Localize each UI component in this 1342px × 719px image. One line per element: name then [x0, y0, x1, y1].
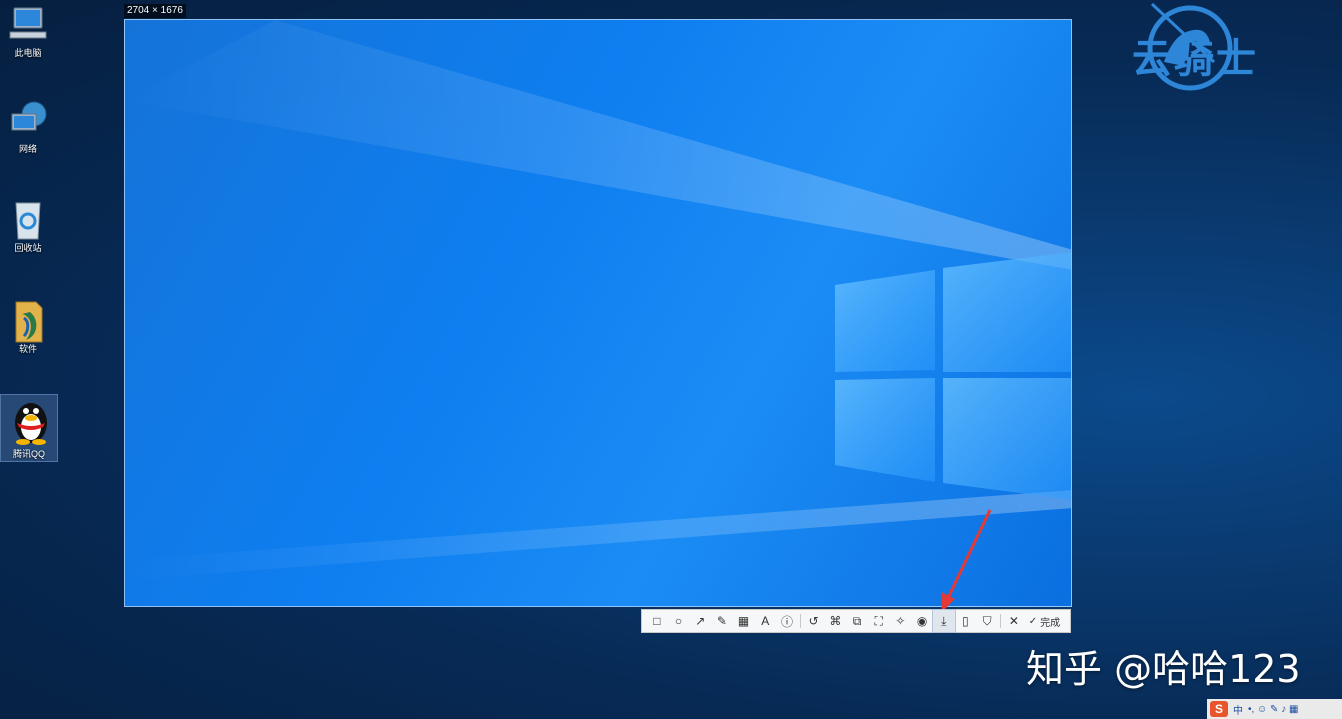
sogou-logo-icon: S: [1210, 701, 1228, 717]
ime-tools[interactable]: •, ☺ ✎ ♪ ▦: [1248, 704, 1298, 715]
record-button[interactable]: ◉: [911, 610, 933, 632]
text-icon: A: [761, 614, 770, 628]
network-icon: [8, 100, 48, 140]
scroll-capture-button[interactable]: ⛶: [868, 610, 890, 632]
undo-icon: ↺: [808, 614, 819, 628]
windows-wallpaper: [125, 20, 1071, 580]
download-icon: ⤓: [941, 613, 947, 628]
folder-icon: [8, 300, 48, 343]
mosaic-icon: ▦: [737, 614, 750, 628]
arrow-tool[interactable]: ↗: [689, 610, 711, 632]
record-icon: ◉: [916, 614, 928, 628]
bookmark-button[interactable]: ⛉: [976, 610, 998, 632]
rectangle-tool[interactable]: □: [646, 610, 668, 632]
screenshot-selection[interactable]: [124, 19, 1072, 607]
translate-icon: ⧉: [852, 613, 862, 628]
toolbar-divider: [799, 614, 801, 628]
ellipse-icon: ○: [674, 614, 683, 628]
desktop-icon-network[interactable]: 网络: [2, 100, 54, 155]
pencil-icon: ✎: [716, 614, 727, 628]
ime-toolbar[interactable]: S 中 •, ☺ ✎ ♪ ▦: [1207, 699, 1342, 719]
brand-watermark: 云骑士: [1132, 36, 1258, 82]
text-tool[interactable]: A: [754, 610, 776, 632]
capture-size-label: 2704 × 1676: [124, 4, 186, 18]
desktop-icon-label: 腾讯QQ: [12, 449, 45, 459]
desktop-icon-qq[interactable]: 腾讯QQ: [0, 394, 58, 462]
screenshot-toolbar: □ ○ ↗ ✎ ▦ A ⓘ ↺ ⌘ ⧉ ⛶ ✧ ◉ ⤓ ▯ ⛉ ✕ ✓ 完成: [641, 609, 1071, 633]
translate-button[interactable]: ⧉: [846, 610, 868, 632]
number-icon: ⓘ: [780, 614, 793, 629]
ocr-icon: ⌘: [829, 614, 842, 628]
bookmark-icon: ⛉: [982, 613, 992, 628]
computer-icon: [8, 4, 48, 44]
ellipse-tool[interactable]: ○: [668, 610, 690, 632]
desktop-icon-software[interactable]: 软件: [2, 300, 54, 355]
desktop-icon-label: 此电脑: [14, 48, 42, 58]
close-icon: ✕: [1008, 614, 1019, 628]
pin-button[interactable]: ✧: [890, 610, 912, 632]
desktop-icon-recycle-bin[interactable]: 回收站: [2, 199, 54, 254]
check-icon: ✓: [1028, 615, 1038, 627]
undo-button[interactable]: ↺: [803, 610, 825, 632]
pen-tool[interactable]: ✎: [711, 610, 733, 632]
arrow-icon: ↗: [695, 614, 706, 628]
phone-icon: ▯: [962, 614, 969, 628]
close-button[interactable]: ✕: [1003, 610, 1025, 632]
done-label: 完成: [1040, 617, 1061, 629]
desktop-icon-label: 网络: [18, 144, 37, 154]
save-button[interactable]: ⤓: [931, 609, 956, 633]
recycle-bin-icon: [8, 199, 48, 240]
zhihu-watermark: 知乎 @哈哈123: [1026, 647, 1301, 691]
scroll-capture-icon: ⛶: [874, 613, 883, 628]
qq-penguin-icon: [9, 395, 49, 445]
ime-mode[interactable]: 中: [1233, 702, 1243, 717]
rectangle-icon: □: [653, 614, 661, 628]
desktop-icon-computer[interactable]: 此电脑: [2, 4, 54, 59]
send-to-phone-button[interactable]: ▯: [955, 610, 977, 632]
toolbar-divider: [1000, 614, 1001, 628]
mosaic-tool[interactable]: ▦: [733, 610, 755, 632]
done-button[interactable]: ✓ 完成: [1025, 614, 1064, 629]
ocr-button[interactable]: ⌘: [825, 610, 847, 632]
number-tool[interactable]: ⓘ: [776, 610, 798, 632]
pin-icon: ✧: [895, 614, 906, 628]
